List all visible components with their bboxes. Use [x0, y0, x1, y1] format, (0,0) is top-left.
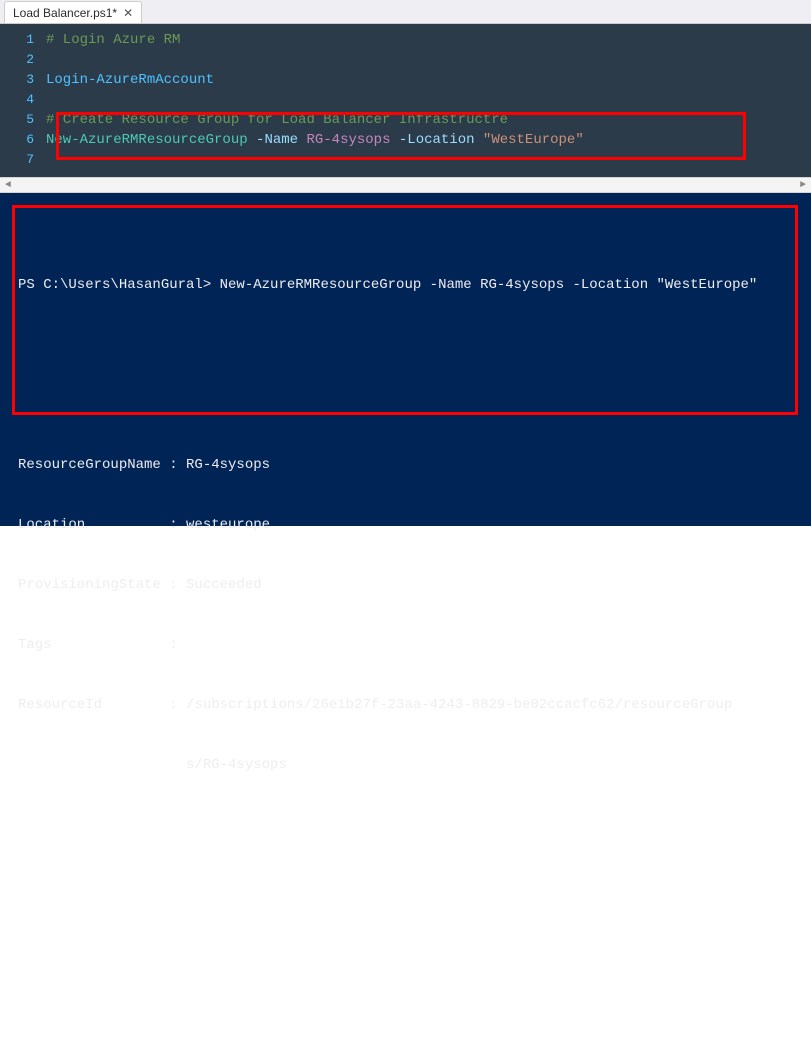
- code-content: # Create Resource Group for Load Balance…: [46, 110, 508, 130]
- terminal-output-line: ProvisioningState : Succeeded: [18, 575, 793, 595]
- code-line[interactable]: 7: [0, 150, 811, 170]
- scroll-right-icon[interactable]: ►: [797, 179, 809, 191]
- line-number: 6: [0, 130, 46, 150]
- tab-bar: Load Balancer.ps1* ✕: [0, 0, 811, 24]
- line-number: 7: [0, 150, 46, 170]
- line-number: 2: [0, 50, 46, 70]
- code-line[interactable]: 5# Create Resource Group for Load Balanc…: [0, 110, 811, 130]
- code-content: New-AzureRMResourceGroup -Name RG-4sysop…: [46, 130, 584, 150]
- line-number: 5: [0, 110, 46, 130]
- terminal-output-line: s/RG-4sysops: [18, 755, 793, 775]
- code-line[interactable]: 2: [0, 50, 811, 70]
- file-tab-label: Load Balancer.ps1*: [13, 6, 117, 20]
- terminal-blank: [18, 395, 793, 415]
- terminal-blank: [18, 935, 793, 955]
- line-number: 4: [0, 90, 46, 110]
- highlight-annotation-terminal: [12, 205, 798, 415]
- horizontal-scrollbar[interactable]: ◄ ►: [0, 177, 811, 193]
- code-content: # Login Azure RM: [46, 30, 180, 50]
- terminal-command: PS C:\Users\HasanGural> New-AzureRMResou…: [18, 275, 793, 295]
- code-line[interactable]: 3Login-AzureRmAccount: [0, 70, 811, 90]
- terminal-output-line: ResourceId : /subscriptions/26e1b27f-23a…: [18, 695, 793, 715]
- code-line[interactable]: 6New-AzureRMResourceGroup -Name RG-4syso…: [0, 130, 811, 150]
- line-number: 1: [0, 30, 46, 50]
- code-content: Login-AzureRmAccount: [46, 70, 214, 90]
- terminal-blank: [18, 815, 793, 835]
- line-number: 3: [0, 70, 46, 90]
- terminal-output-line: Location : westeurope: [18, 515, 793, 535]
- code-line[interactable]: 1# Login Azure RM: [0, 30, 811, 50]
- scroll-left-icon[interactable]: ◄: [2, 179, 14, 191]
- terminal-blank: [18, 875, 793, 895]
- close-icon[interactable]: ✕: [123, 7, 133, 19]
- code-editor[interactable]: 1# Login Azure RM23Login-AzureRmAccount4…: [0, 24, 811, 177]
- file-tab[interactable]: Load Balancer.ps1* ✕: [4, 1, 142, 23]
- terminal-blank: [18, 995, 793, 1015]
- code-line[interactable]: 4: [0, 90, 811, 110]
- terminal-output-line: Tags :: [18, 635, 793, 655]
- powershell-terminal[interactable]: PS C:\Users\HasanGural> New-AzureRMResou…: [0, 193, 811, 526]
- terminal-output-line: ResourceGroupName : RG-4sysops: [18, 455, 793, 475]
- terminal-blank: [18, 335, 793, 355]
